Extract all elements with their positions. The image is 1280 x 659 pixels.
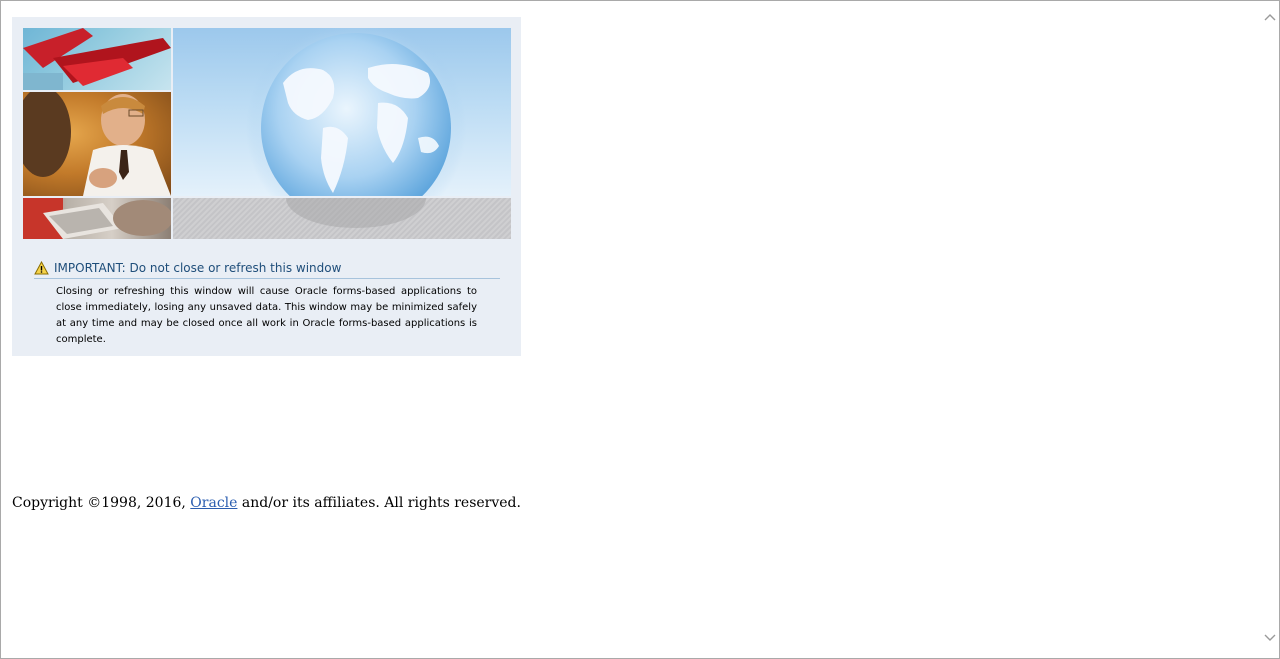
copyright-suffix: and/or its affiliates. All rights reserv… [237,495,521,511]
businessman-photo [23,92,171,196]
vertical-scrollbar[interactable] [1261,1,1279,658]
warning-icon [34,260,49,275]
copyright-footer: Copyright ©1998, 2016, Oracle and/or its… [12,495,521,511]
forms-session-panel: IMPORTANT: Do not close or refresh this … [12,17,521,356]
banner-image [23,28,511,239]
scroll-down-icon[interactable] [1264,632,1276,644]
important-title: IMPORTANT: Do not close or refresh this … [54,261,342,275]
important-heading: IMPORTANT: Do not close or refresh this … [34,260,500,279]
plane-photo [23,28,171,90]
copyright-prefix: Copyright ©1998, 2016, [12,495,191,511]
browser-window: IMPORTANT: Do not close or refresh this … [0,0,1280,659]
globe-reflection [173,198,511,239]
oracle-link[interactable]: Oracle [190,495,237,511]
globe-image [173,28,511,196]
scroll-up-icon[interactable] [1264,11,1276,23]
warning-message: Closing or refreshing this window will c… [56,286,477,345]
laptop-photo [23,198,171,239]
